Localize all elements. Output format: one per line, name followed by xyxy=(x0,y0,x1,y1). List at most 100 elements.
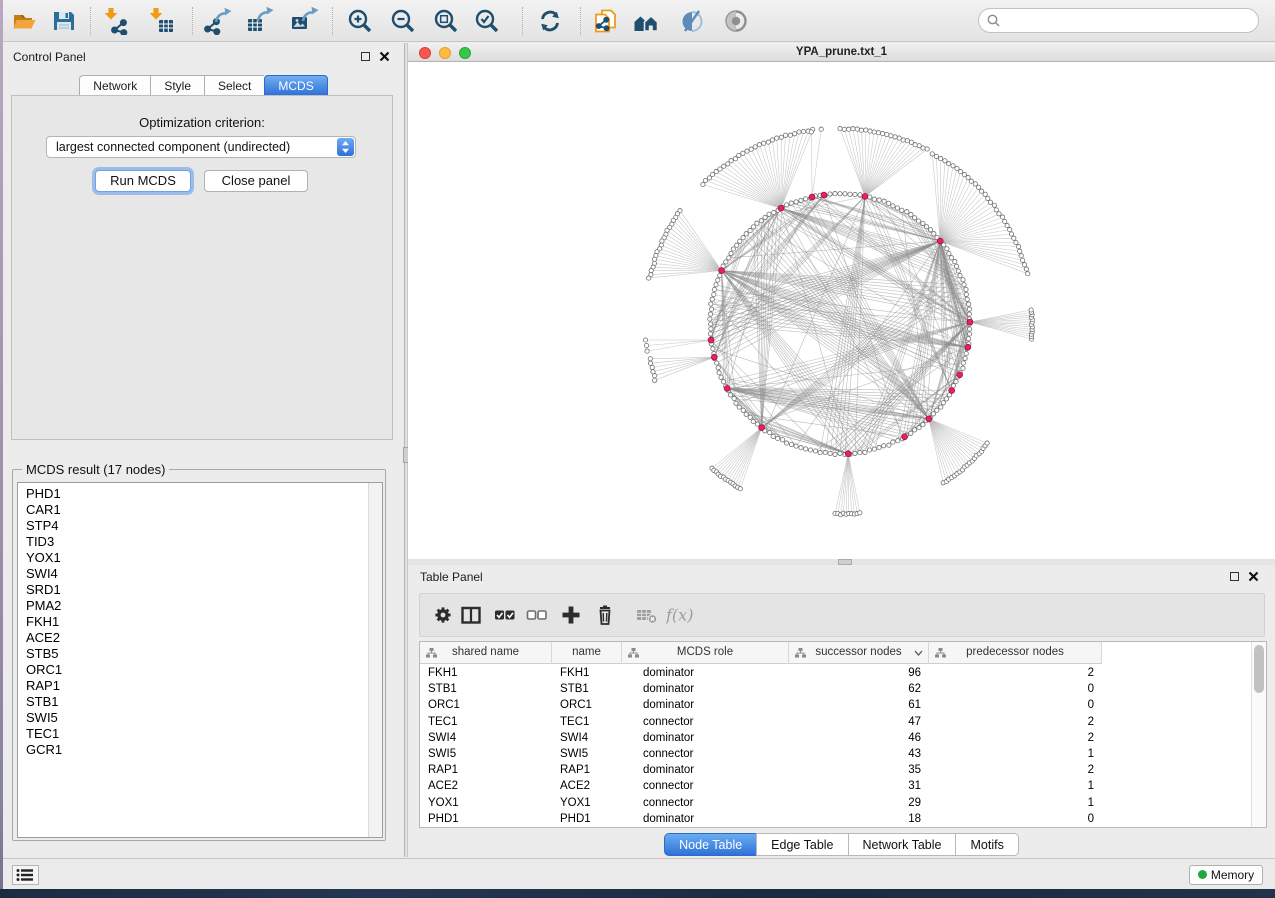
network-node[interactable] xyxy=(953,259,957,263)
network-node[interactable] xyxy=(964,351,968,355)
network-node[interactable] xyxy=(797,130,801,134)
network-node[interactable] xyxy=(868,129,872,133)
network-node[interactable] xyxy=(1005,223,1009,227)
deselect-all-icon[interactable] xyxy=(526,604,558,628)
network-node[interactable] xyxy=(954,379,958,383)
column-header-shared-name[interactable]: shared name xyxy=(420,642,552,664)
network-node[interactable] xyxy=(983,192,987,196)
select-all-icon[interactable] xyxy=(494,604,526,628)
network-node[interactable] xyxy=(1014,240,1018,244)
network-node[interactable] xyxy=(709,327,713,331)
network-node[interactable] xyxy=(745,149,749,153)
network-node[interactable] xyxy=(708,317,712,321)
add-column-icon[interactable] xyxy=(560,604,592,628)
network-node[interactable] xyxy=(905,210,909,214)
network-node[interactable] xyxy=(896,439,900,443)
network-node[interactable] xyxy=(813,449,817,453)
network-node[interactable] xyxy=(848,192,852,196)
network-node[interactable] xyxy=(909,431,913,435)
table-scrollbar[interactable] xyxy=(1251,642,1266,827)
cell-MCDS-role[interactable]: dominator xyxy=(622,665,789,681)
network-node[interactable] xyxy=(931,412,935,416)
network-node[interactable] xyxy=(887,201,891,205)
network-node[interactable] xyxy=(645,349,649,353)
import-network-icon[interactable] xyxy=(102,7,130,35)
network-node[interactable] xyxy=(709,322,713,326)
network-node[interactable] xyxy=(956,269,960,273)
network-node[interactable] xyxy=(794,444,798,448)
cell-MCDS-role[interactable]: dominator xyxy=(622,697,789,713)
cell-predecessor-nodes[interactable]: 0 xyxy=(929,811,1102,827)
cell-name[interactable]: RAP1 xyxy=(552,762,622,778)
birdseye-icon[interactable] xyxy=(722,7,750,35)
mcds-result-item[interactable]: PMA2 xyxy=(18,598,382,614)
network-node[interactable] xyxy=(789,442,793,446)
network-node[interactable] xyxy=(703,178,707,182)
network-node[interactable] xyxy=(938,156,942,160)
network-node[interactable] xyxy=(877,198,881,202)
cell-predecessor-nodes[interactable]: 2 xyxy=(929,714,1102,730)
cell-MCDS-role[interactable]: dominator xyxy=(622,730,789,746)
network-node[interactable] xyxy=(877,445,881,449)
network-node[interactable] xyxy=(855,127,859,131)
network-node[interactable] xyxy=(789,201,793,205)
network-node[interactable] xyxy=(803,197,807,201)
network-node[interactable] xyxy=(727,256,731,260)
network-node[interactable] xyxy=(731,247,735,251)
network-node[interactable] xyxy=(925,147,929,151)
network-node[interactable] xyxy=(882,444,886,448)
network-node[interactable] xyxy=(751,225,755,229)
zoom-selected-icon[interactable] xyxy=(473,7,501,35)
network-node[interactable] xyxy=(716,366,720,370)
network-node[interactable] xyxy=(784,441,788,445)
network-node[interactable] xyxy=(726,162,730,166)
network-node[interactable] xyxy=(1003,219,1007,223)
network-node[interactable] xyxy=(828,451,832,455)
network-node[interactable] xyxy=(941,401,945,405)
network-node[interactable] xyxy=(954,264,958,268)
cell-successor-nodes[interactable]: 46 xyxy=(789,730,929,746)
delete-table-icon[interactable] xyxy=(636,604,668,628)
network-node[interactable] xyxy=(763,215,767,219)
table-row[interactable]: SWI5SWI5connector431 xyxy=(420,746,1251,762)
network-node[interactable] xyxy=(872,197,876,201)
network-node[interactable] xyxy=(710,297,714,301)
network-node[interactable] xyxy=(967,312,971,316)
network-node[interactable] xyxy=(652,257,656,261)
network-node-dominator[interactable] xyxy=(809,194,815,200)
network-node[interactable] xyxy=(1009,232,1013,236)
network-node[interactable] xyxy=(961,366,965,370)
network-node[interactable] xyxy=(853,451,857,455)
cell-MCDS-role[interactable]: connector xyxy=(622,795,789,811)
network-node[interactable] xyxy=(647,276,651,280)
network-node[interactable] xyxy=(768,430,772,434)
network-node[interactable] xyxy=(648,357,652,361)
column-header-successor-nodes[interactable]: successor nodes xyxy=(789,642,929,664)
mcds-result-item[interactable]: TID3 xyxy=(18,534,382,550)
network-node[interactable] xyxy=(735,243,739,247)
cell-shared-name[interactable]: FKH1 xyxy=(420,665,552,681)
cell-shared-name[interactable]: PHD1 xyxy=(420,811,552,827)
network-node[interactable] xyxy=(872,447,876,451)
network-node[interactable] xyxy=(966,337,970,341)
network-node[interactable] xyxy=(958,169,962,173)
network-node[interactable] xyxy=(859,128,863,132)
network-node[interactable] xyxy=(644,343,648,347)
mcds-list-scrollbar[interactable] xyxy=(368,483,382,837)
network-node[interactable] xyxy=(738,487,742,491)
network-node[interactable] xyxy=(744,412,748,416)
network-node[interactable] xyxy=(737,153,741,157)
network-node-dominator[interactable] xyxy=(949,388,955,394)
refresh-icon[interactable] xyxy=(536,7,564,35)
network-node[interactable] xyxy=(748,228,752,232)
mcds-result-item[interactable]: GCR1 xyxy=(18,742,382,758)
network-node-dominator[interactable] xyxy=(967,319,973,325)
network-node[interactable] xyxy=(833,452,837,456)
network-node[interactable] xyxy=(962,283,966,287)
network-node[interactable] xyxy=(717,371,721,375)
network-node[interactable] xyxy=(934,154,938,158)
column-header-name[interactable]: name xyxy=(552,642,622,664)
network-node[interactable] xyxy=(917,144,921,148)
network-node[interactable] xyxy=(916,219,920,223)
network-node[interactable] xyxy=(653,374,657,378)
